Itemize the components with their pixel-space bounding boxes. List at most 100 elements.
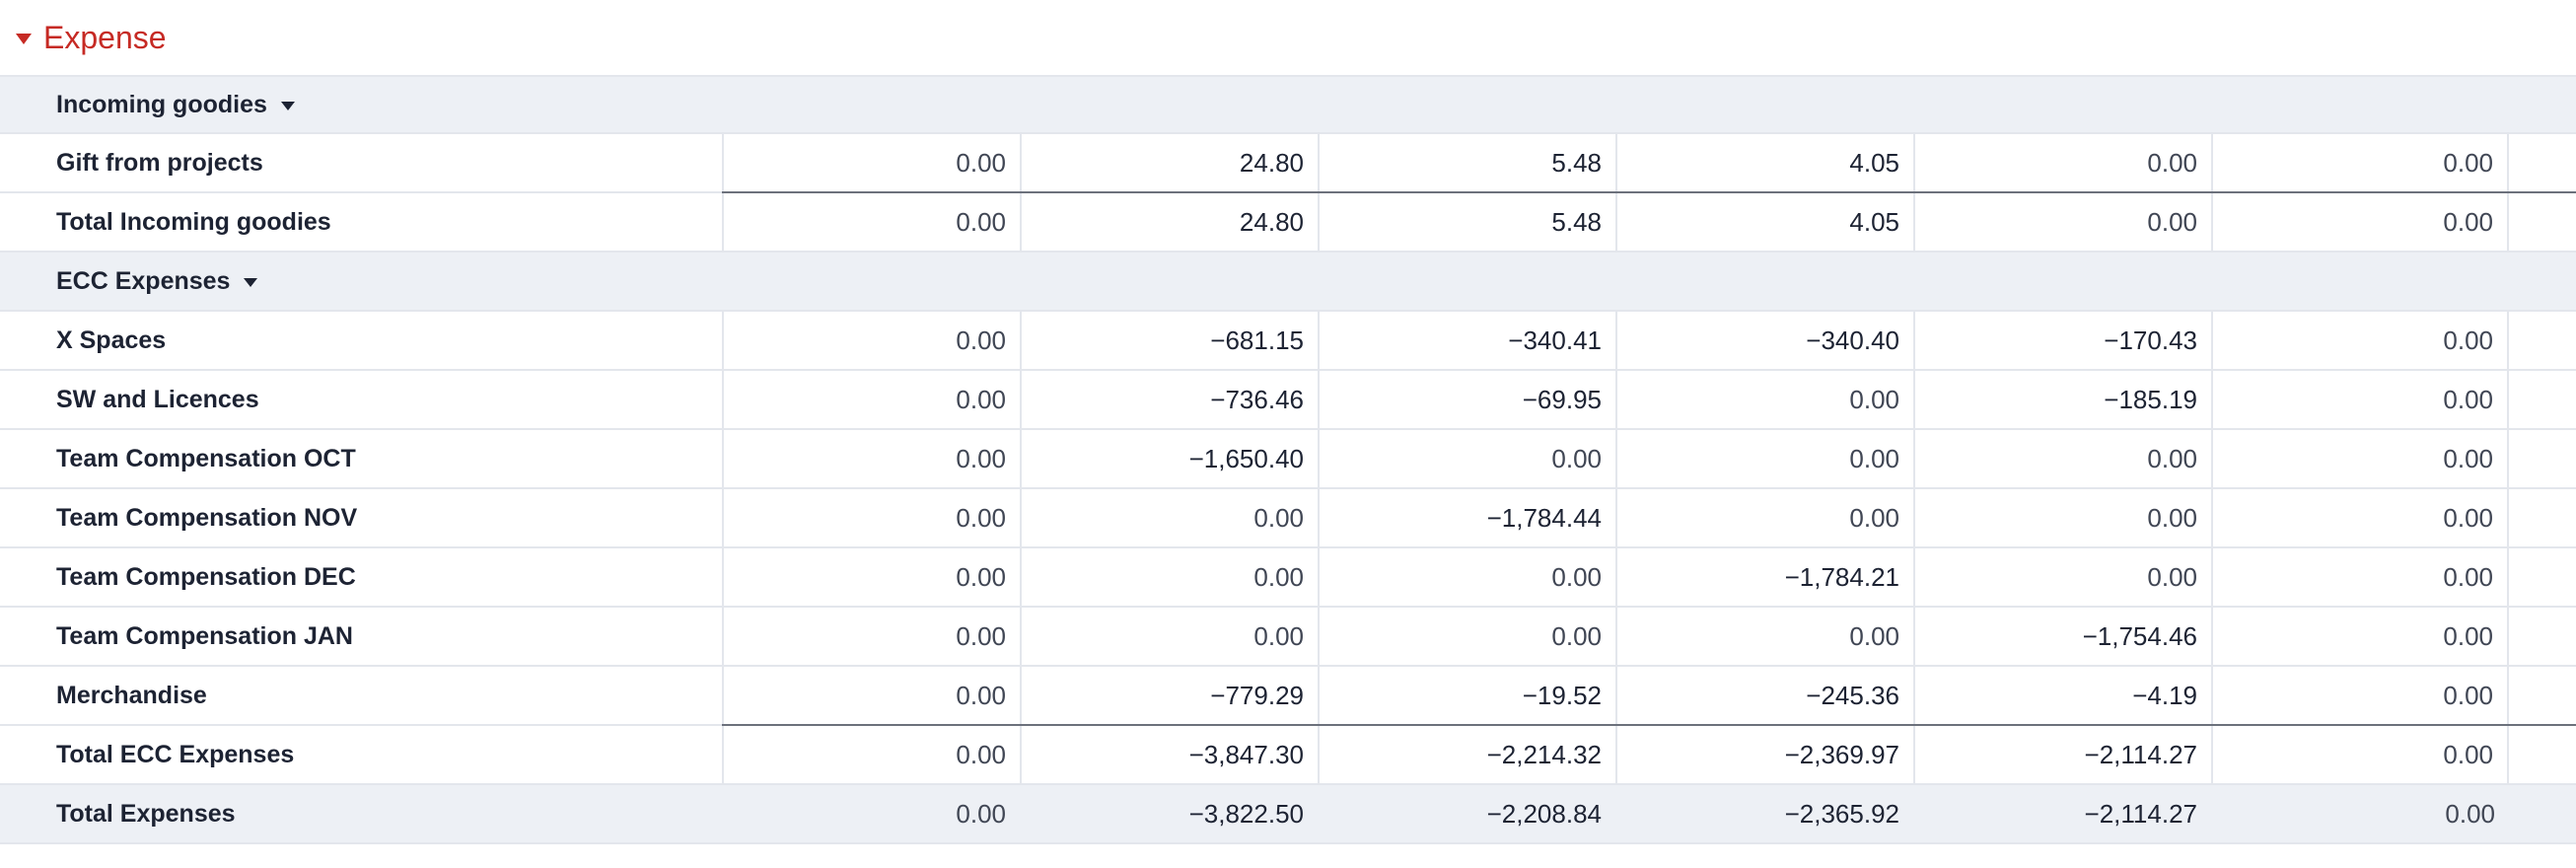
value-cell: 0.00 <box>1615 489 1913 546</box>
value-cell: −19.52 <box>1318 667 1615 724</box>
value-cell: −736.46 <box>1020 371 1318 428</box>
value-cell: 0.00 <box>722 489 1020 546</box>
group-title: ECC Expenses <box>56 266 231 295</box>
value-cell: −681.15 <box>1020 312 1318 369</box>
value-cell: 0.00 <box>722 608 1020 665</box>
value-cell: −2,365.92 <box>1784 798 1899 829</box>
table-row: Gift from projects 0.00 24.80 5.48 4.05 … <box>0 134 2576 193</box>
value-cell: 0.00 <box>956 798 1006 829</box>
value-cell: 24.80 <box>1020 134 1318 191</box>
value-cell: 0.00 <box>722 134 1020 191</box>
value-cell: −2,114.27 <box>2084 798 2197 829</box>
table-row: X Spaces 0.00 −681.15 −340.41 −340.40 −1… <box>0 312 2576 371</box>
value-cell: −69.95 <box>1318 371 1615 428</box>
value-cell: 0.00 <box>1020 608 1318 665</box>
value-cell: −1,784.21 <box>1615 548 1913 606</box>
value-cell: −3,822.50 <box>1188 798 1304 829</box>
value-cell: −4.19 <box>1913 667 2211 724</box>
value-cell: −185.19 <box>1913 371 2211 428</box>
expense-section-header[interactable]: Expense <box>0 0 2576 75</box>
value-cell: 0.00 <box>2445 798 2495 829</box>
value-cell: −340.41 <box>1318 312 1615 369</box>
group-header-ecc-expenses[interactable]: ECC Expenses <box>0 253 2576 312</box>
value-cell: 0.00 <box>2211 726 2509 783</box>
value-cell: 0.00 <box>2211 608 2509 665</box>
value-cell: −245.36 <box>1615 667 1913 724</box>
value-cell: 0.00 <box>1318 430 1615 487</box>
value-cell: 0.00 <box>1913 430 2211 487</box>
row-label: Gift from projects <box>56 148 263 177</box>
value-cell: 0.00 <box>1020 548 1318 606</box>
value-cell: −2,208.84 <box>1486 798 1602 829</box>
total-rule <box>722 191 2576 193</box>
value-cell: −2,214.32 <box>1318 726 1615 783</box>
value-cell: 0.00 <box>1913 193 2211 251</box>
value-cell: 0.00 <box>2211 134 2509 191</box>
value-cell: 0.00 <box>722 430 1020 487</box>
section-title: Expense <box>43 19 167 55</box>
value-cell: 0.00 <box>2211 193 2509 251</box>
value-cell: 4.05 <box>1615 134 1913 191</box>
table-row: Team Compensation NOV 0.00 0.00 −1,784.4… <box>0 489 2576 548</box>
value-cell: −1,650.40 <box>1020 430 1318 487</box>
caret-down-icon[interactable] <box>16 33 32 44</box>
value-cell: 0.00 <box>1615 608 1913 665</box>
value-cell: −3,847.30 <box>1020 726 1318 783</box>
row-label: Total Incoming goodies <box>56 207 331 236</box>
total-rule <box>722 724 2576 726</box>
value-cell: −1,784.44 <box>1318 489 1615 546</box>
value-cell: 0.00 <box>2211 667 2509 724</box>
value-cell: −170.43 <box>1913 312 2211 369</box>
row-label: Team Compensation DEC <box>56 562 356 591</box>
caret-down-icon[interactable] <box>244 277 258 287</box>
value-cell: 0.00 <box>1913 548 2211 606</box>
value-cell: 0.00 <box>1318 608 1615 665</box>
row-label: SW and Licences <box>56 385 259 413</box>
row-label: Merchandise <box>56 681 207 709</box>
value-cell: 5.48 <box>1318 134 1615 191</box>
table-row: SW and Licences 0.00 −736.46 −69.95 0.00… <box>0 371 2576 430</box>
caret-down-icon[interactable] <box>280 101 295 110</box>
value-cell: 0.00 <box>1020 489 1318 546</box>
table-row: Team Compensation OCT 0.00 −1,650.40 0.0… <box>0 430 2576 489</box>
row-label: Total Expenses <box>56 799 236 828</box>
table-row: Merchandise 0.00 −779.29 −19.52 −245.36 … <box>0 667 2576 726</box>
value-cell: 0.00 <box>1913 134 2211 191</box>
value-cell: 0.00 <box>2211 312 2509 369</box>
value-cell: 0.00 <box>722 726 1020 783</box>
grand-total-row: Total Expenses 0.00 −3,822.50 −2,208.84 … <box>0 785 2576 844</box>
value-cell: 0.00 <box>1913 489 2211 546</box>
value-cell: 0.00 <box>2211 489 2509 546</box>
value-cell: 0.00 <box>1615 430 1913 487</box>
group-title: Incoming goodies <box>56 90 267 118</box>
value-cell: −1,754.46 <box>1913 608 2211 665</box>
value-cell: 0.00 <box>1615 371 1913 428</box>
value-cell: 0.00 <box>722 548 1020 606</box>
value-cell: −340.40 <box>1615 312 1913 369</box>
value-cell: 0.00 <box>722 667 1020 724</box>
total-row-ecc-expenses: Total ECC Expenses 0.00 −3,847.30 −2,214… <box>0 724 2576 785</box>
row-label: Total ECC Expenses <box>56 740 295 768</box>
value-cell: 5.48 <box>1318 193 1615 251</box>
value-cell: 0.00 <box>722 193 1020 251</box>
row-label: Team Compensation OCT <box>56 444 356 472</box>
table-row: Team Compensation JAN 0.00 0.00 0.00 0.0… <box>0 608 2576 667</box>
expense-section: Expense Incoming goodies Gift from proje… <box>0 0 2576 844</box>
value-cell: −2,114.27 <box>1913 726 2211 783</box>
value-cell: 24.80 <box>1020 193 1318 251</box>
value-cell: 0.00 <box>722 371 1020 428</box>
table-row: Team Compensation DEC 0.00 0.00 0.00 −1,… <box>0 548 2576 608</box>
value-cell: 0.00 <box>722 312 1020 369</box>
row-label: X Spaces <box>56 326 167 354</box>
value-cell: 0.00 <box>2211 430 2509 487</box>
total-row-incoming-goodies: Total Incoming goodies 0.00 24.80 5.48 4… <box>0 191 2576 253</box>
row-label: Team Compensation JAN <box>56 621 353 650</box>
value-cell: 0.00 <box>2211 371 2509 428</box>
group-header-incoming-goodies[interactable]: Incoming goodies <box>0 75 2576 134</box>
value-cell: 0.00 <box>2211 548 2509 606</box>
value-cell: 4.05 <box>1615 193 1913 251</box>
value-cell: −779.29 <box>1020 667 1318 724</box>
row-label: Team Compensation NOV <box>56 503 358 532</box>
value-cell: 0.00 <box>1318 548 1615 606</box>
value-cell: −2,369.97 <box>1615 726 1913 783</box>
